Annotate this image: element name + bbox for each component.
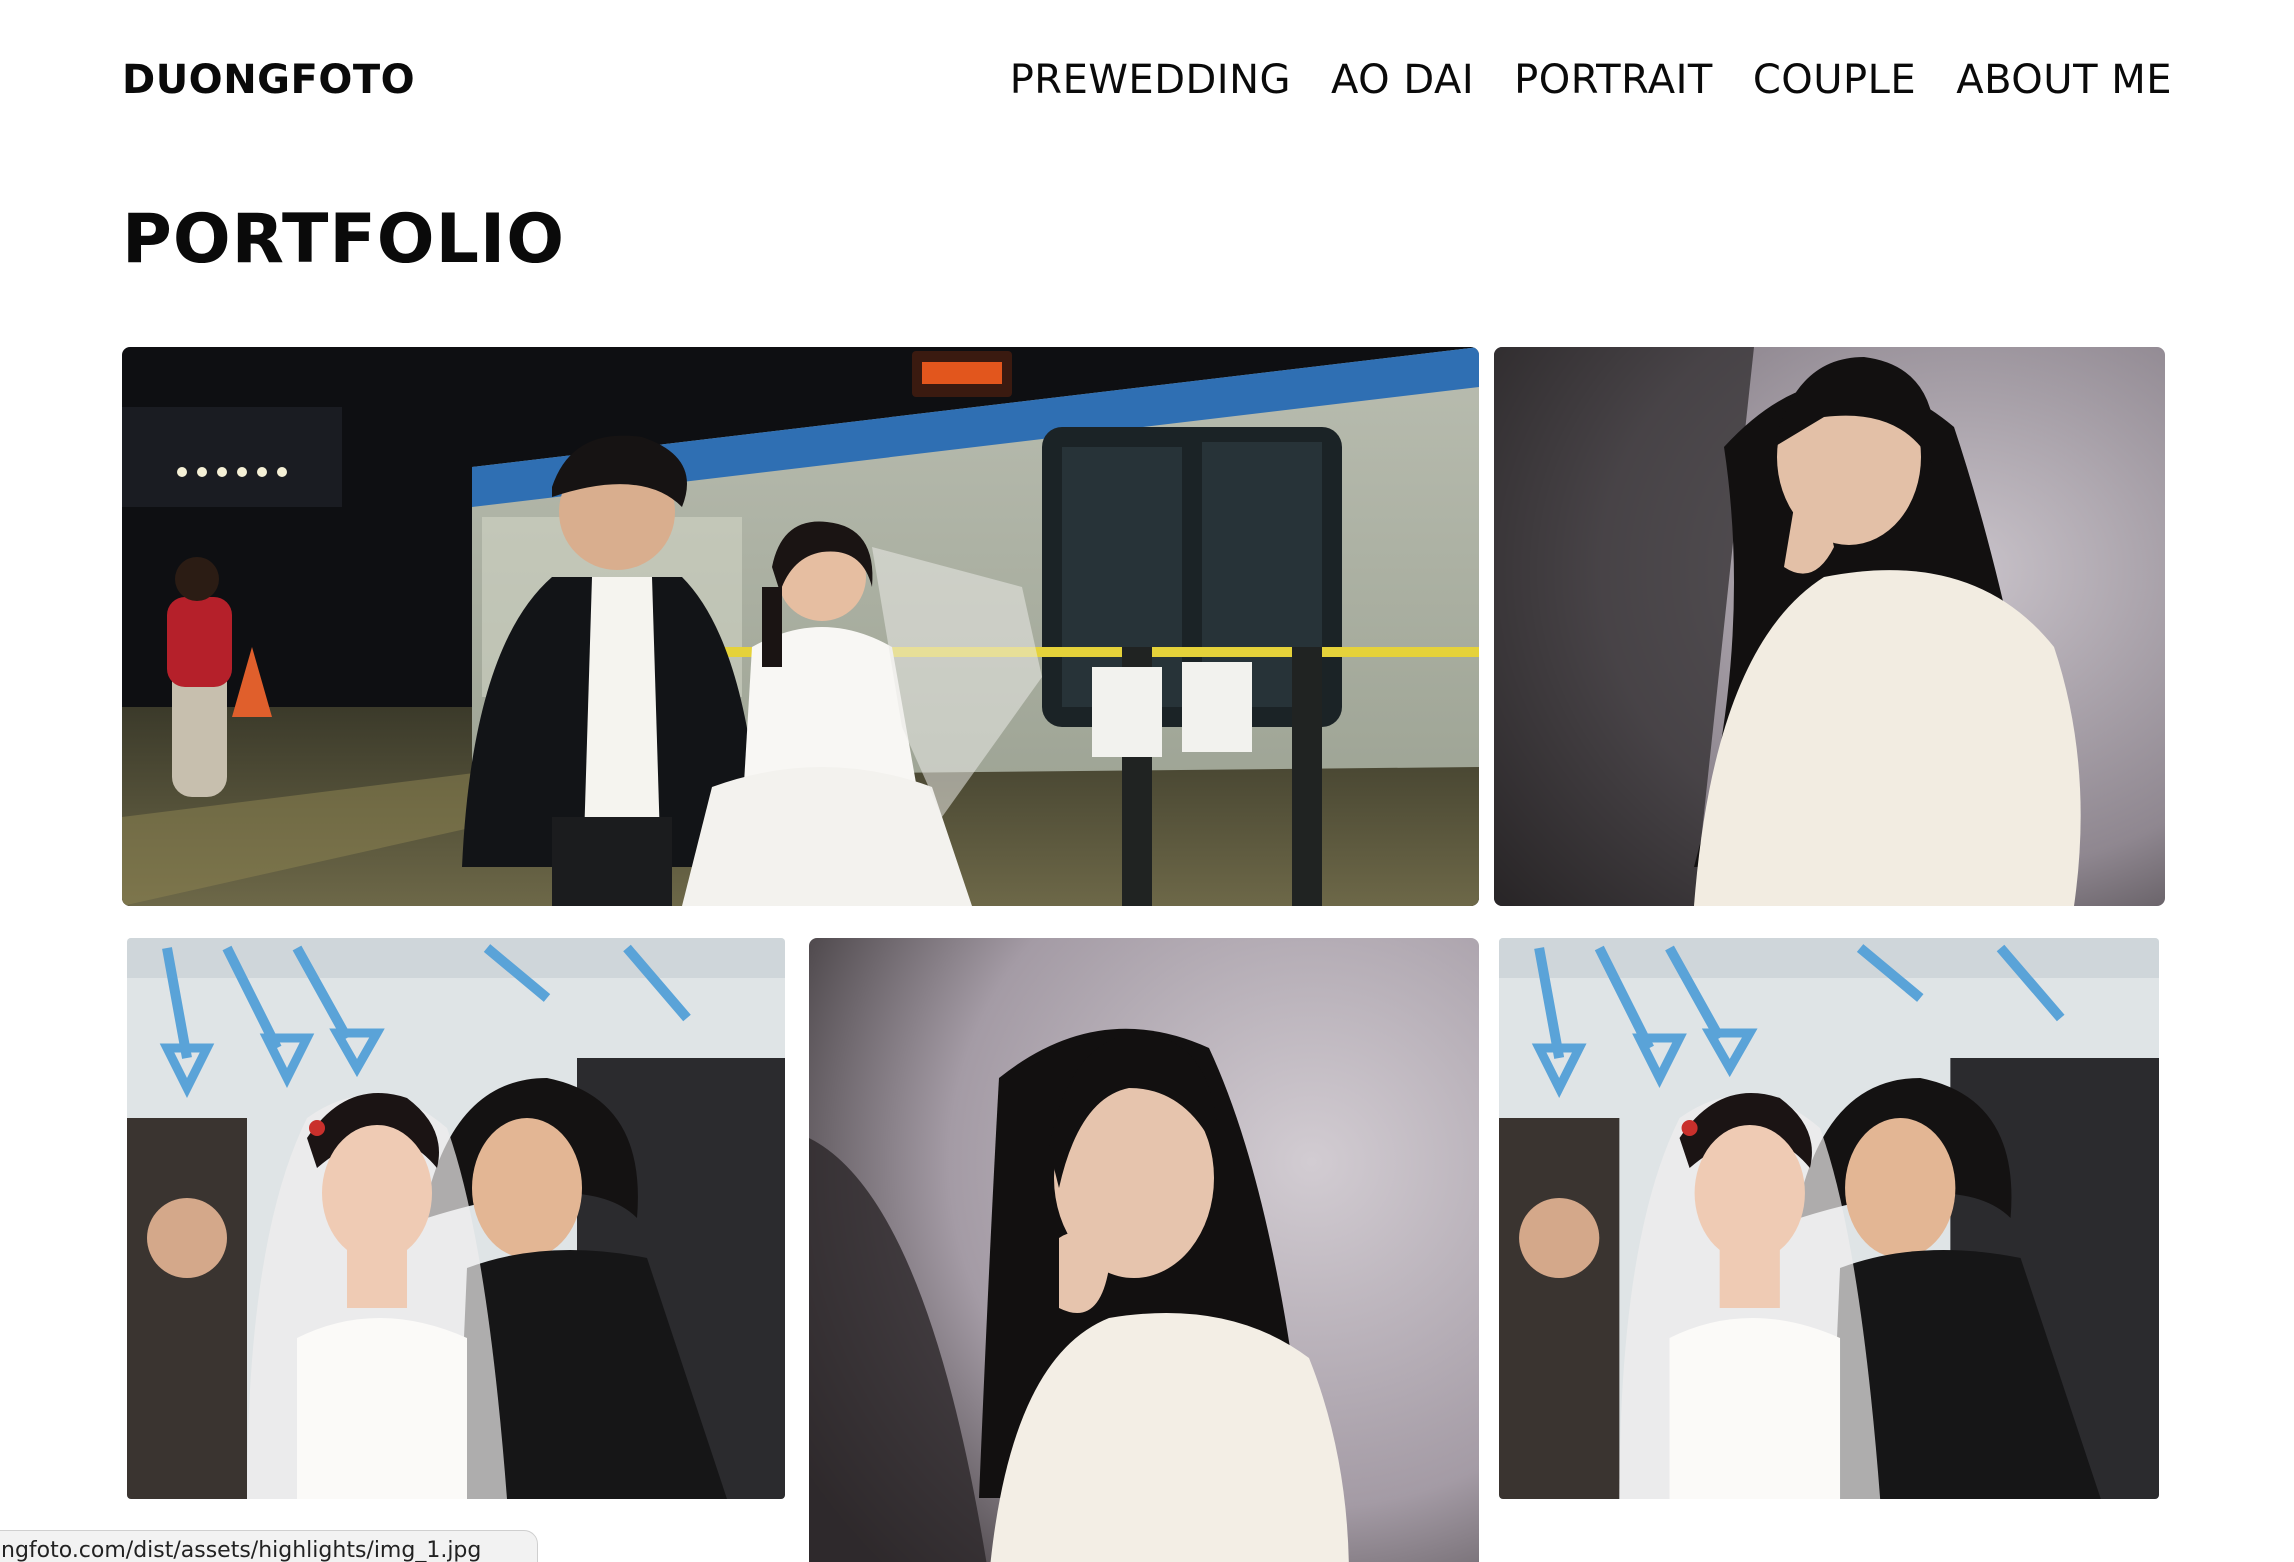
site-header: DUONGFOTO PREWEDDING AO DAI PORTRAIT COU…	[122, 48, 2172, 112]
photo-image	[809, 938, 1479, 1562]
site-logo[interactable]: DUONGFOTO	[122, 57, 415, 103]
photo-image	[127, 938, 785, 1499]
nav-item-about-me[interactable]: ABOUT ME	[1956, 57, 2172, 103]
gallery-photo-metro-carriage-couple-2[interactable]	[1499, 938, 2159, 1499]
gallery-photo-portrait-closeup[interactable]	[809, 938, 1479, 1562]
page: DUONGFOTO PREWEDDING AO DAI PORTRAIT COU…	[0, 0, 2294, 1562]
nav-item-couple[interactable]: COUPLE	[1753, 57, 1916, 103]
status-bar-url: ngfoto.com/dist/assets/highlights/img_1.…	[0, 1530, 538, 1562]
gallery-photo-metro-carriage-couple[interactable]	[127, 938, 785, 1499]
photo-image	[1499, 938, 2159, 1499]
page-title: PORTFOLIO	[122, 200, 566, 279]
main-nav: PREWEDDING AO DAI PORTRAIT COUPLE ABOUT …	[1010, 57, 2172, 103]
photo-image	[122, 347, 1479, 906]
nav-item-ao-dai[interactable]: AO DAI	[1331, 57, 1474, 103]
photo-image	[1494, 347, 2165, 906]
nav-item-prewedding[interactable]: PREWEDDING	[1010, 57, 1291, 103]
gallery-photo-metro-platform-couple[interactable]	[122, 347, 1479, 906]
nav-item-portrait[interactable]: PORTRAIT	[1514, 57, 1713, 103]
gallery-photo-portrait-white-sweater[interactable]	[1494, 347, 2165, 906]
